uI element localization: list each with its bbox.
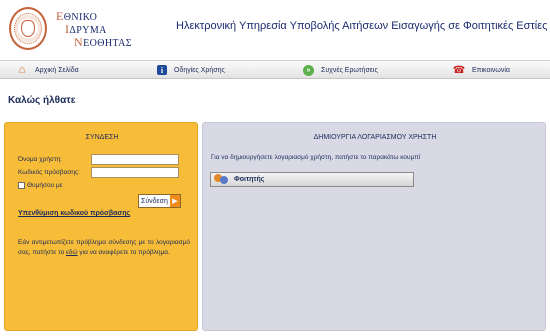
forgot-password-link[interactable]: Υπενθύμιση κωδικού πρόσβασης xyxy=(18,210,130,217)
nav-item-label: Αρχική Σελίδα xyxy=(35,66,79,74)
login-help-text: Εάν αντιμετωπίζετε πρόβλημα σύνδεσης με … xyxy=(18,239,190,256)
nav-item-instructions[interactable]: i Οδηγίες Χρήσης xyxy=(157,61,225,79)
password-label: Κωδικός πρόσβασης: xyxy=(18,169,80,176)
home-icon: ⌂ xyxy=(18,64,26,76)
nav-item-home[interactable]: ⌂ Αρχική Σελίδα xyxy=(16,61,79,79)
account-instructions: Για να δημιουργήσετε λογαριασμό χρήστη, … xyxy=(211,154,421,161)
login-panel: ΣΥΝΔΕΣΗ Όνομα χρήστη: Κωδικός πρόσβασης:… xyxy=(4,122,198,331)
remember-me[interactable]: Θυμήσου με xyxy=(18,182,63,189)
nav-item-label: Επικοινωνία xyxy=(472,66,510,74)
arrow-right-icon: ▶ xyxy=(169,195,180,207)
report-problem-link[interactable]: εδώ xyxy=(66,249,78,256)
nav-item-faq[interactable]: » Συχνές Ερωτήσεις xyxy=(303,61,378,79)
header: ΕΘΝΙΚΟ ΙΔΡΥΜΑ ΝΕΟΘΗΤΑΣ Ηλεκτρονική Υπηρε… xyxy=(0,0,550,58)
nav-item-label: Οδηγίες Χρήσης xyxy=(174,66,225,74)
username-input[interactable] xyxy=(91,154,179,165)
account-title: ΔΗΜΙΟΥΡΓΙΑ ΛΟΓΑΡΙΑΣΜΟΥ ΧΡΗΣΤΗ xyxy=(313,134,437,141)
nav-item-label: Συχνές Ερωτήσεις xyxy=(321,66,378,74)
main-nav: ⌂ Αρχική Σελίδα i Οδηγίες Χρήσης » Συχνέ… xyxy=(0,60,550,79)
logo-seal-icon[interactable] xyxy=(9,7,47,50)
account-panel: ΔΗΜΙΟΥΡΓΙΑ ΛΟΓΑΡΙΑΣΜΟΥ ΧΡΗΣΤΗ Για να δημ… xyxy=(202,122,546,331)
login-title: ΣΥΝΔΕΣΗ xyxy=(85,134,119,141)
faq-icon: » xyxy=(303,64,314,76)
remember-label: Θυμήσου με xyxy=(27,182,63,189)
org-name-line-3: ΝΕΟΘΗΤΑΣ xyxy=(74,35,133,49)
password-input[interactable] xyxy=(91,167,179,178)
users-icon xyxy=(214,173,232,186)
info-icon: i xyxy=(157,65,167,75)
remember-checkbox[interactable] xyxy=(18,182,25,189)
nav-item-contact[interactable]: ☎ Επικοινωνία xyxy=(453,61,510,79)
phone-icon: ☎ xyxy=(452,64,466,76)
welcome-heading: Καλώς ήλθατε xyxy=(8,95,76,106)
student-button-label: Φοιτητής xyxy=(234,176,265,183)
login-button[interactable]: Σύνδεση ▶ xyxy=(138,194,181,208)
student-signup-button[interactable]: Φοιτητής xyxy=(210,172,414,187)
username-label: Όνομα χρήστη: xyxy=(18,156,62,163)
login-button-label: Σύνδεση xyxy=(141,197,168,205)
site-title: Ηλεκτρονική Υπηρεσία Υποβολής Αιτήσεων Ε… xyxy=(176,20,548,32)
